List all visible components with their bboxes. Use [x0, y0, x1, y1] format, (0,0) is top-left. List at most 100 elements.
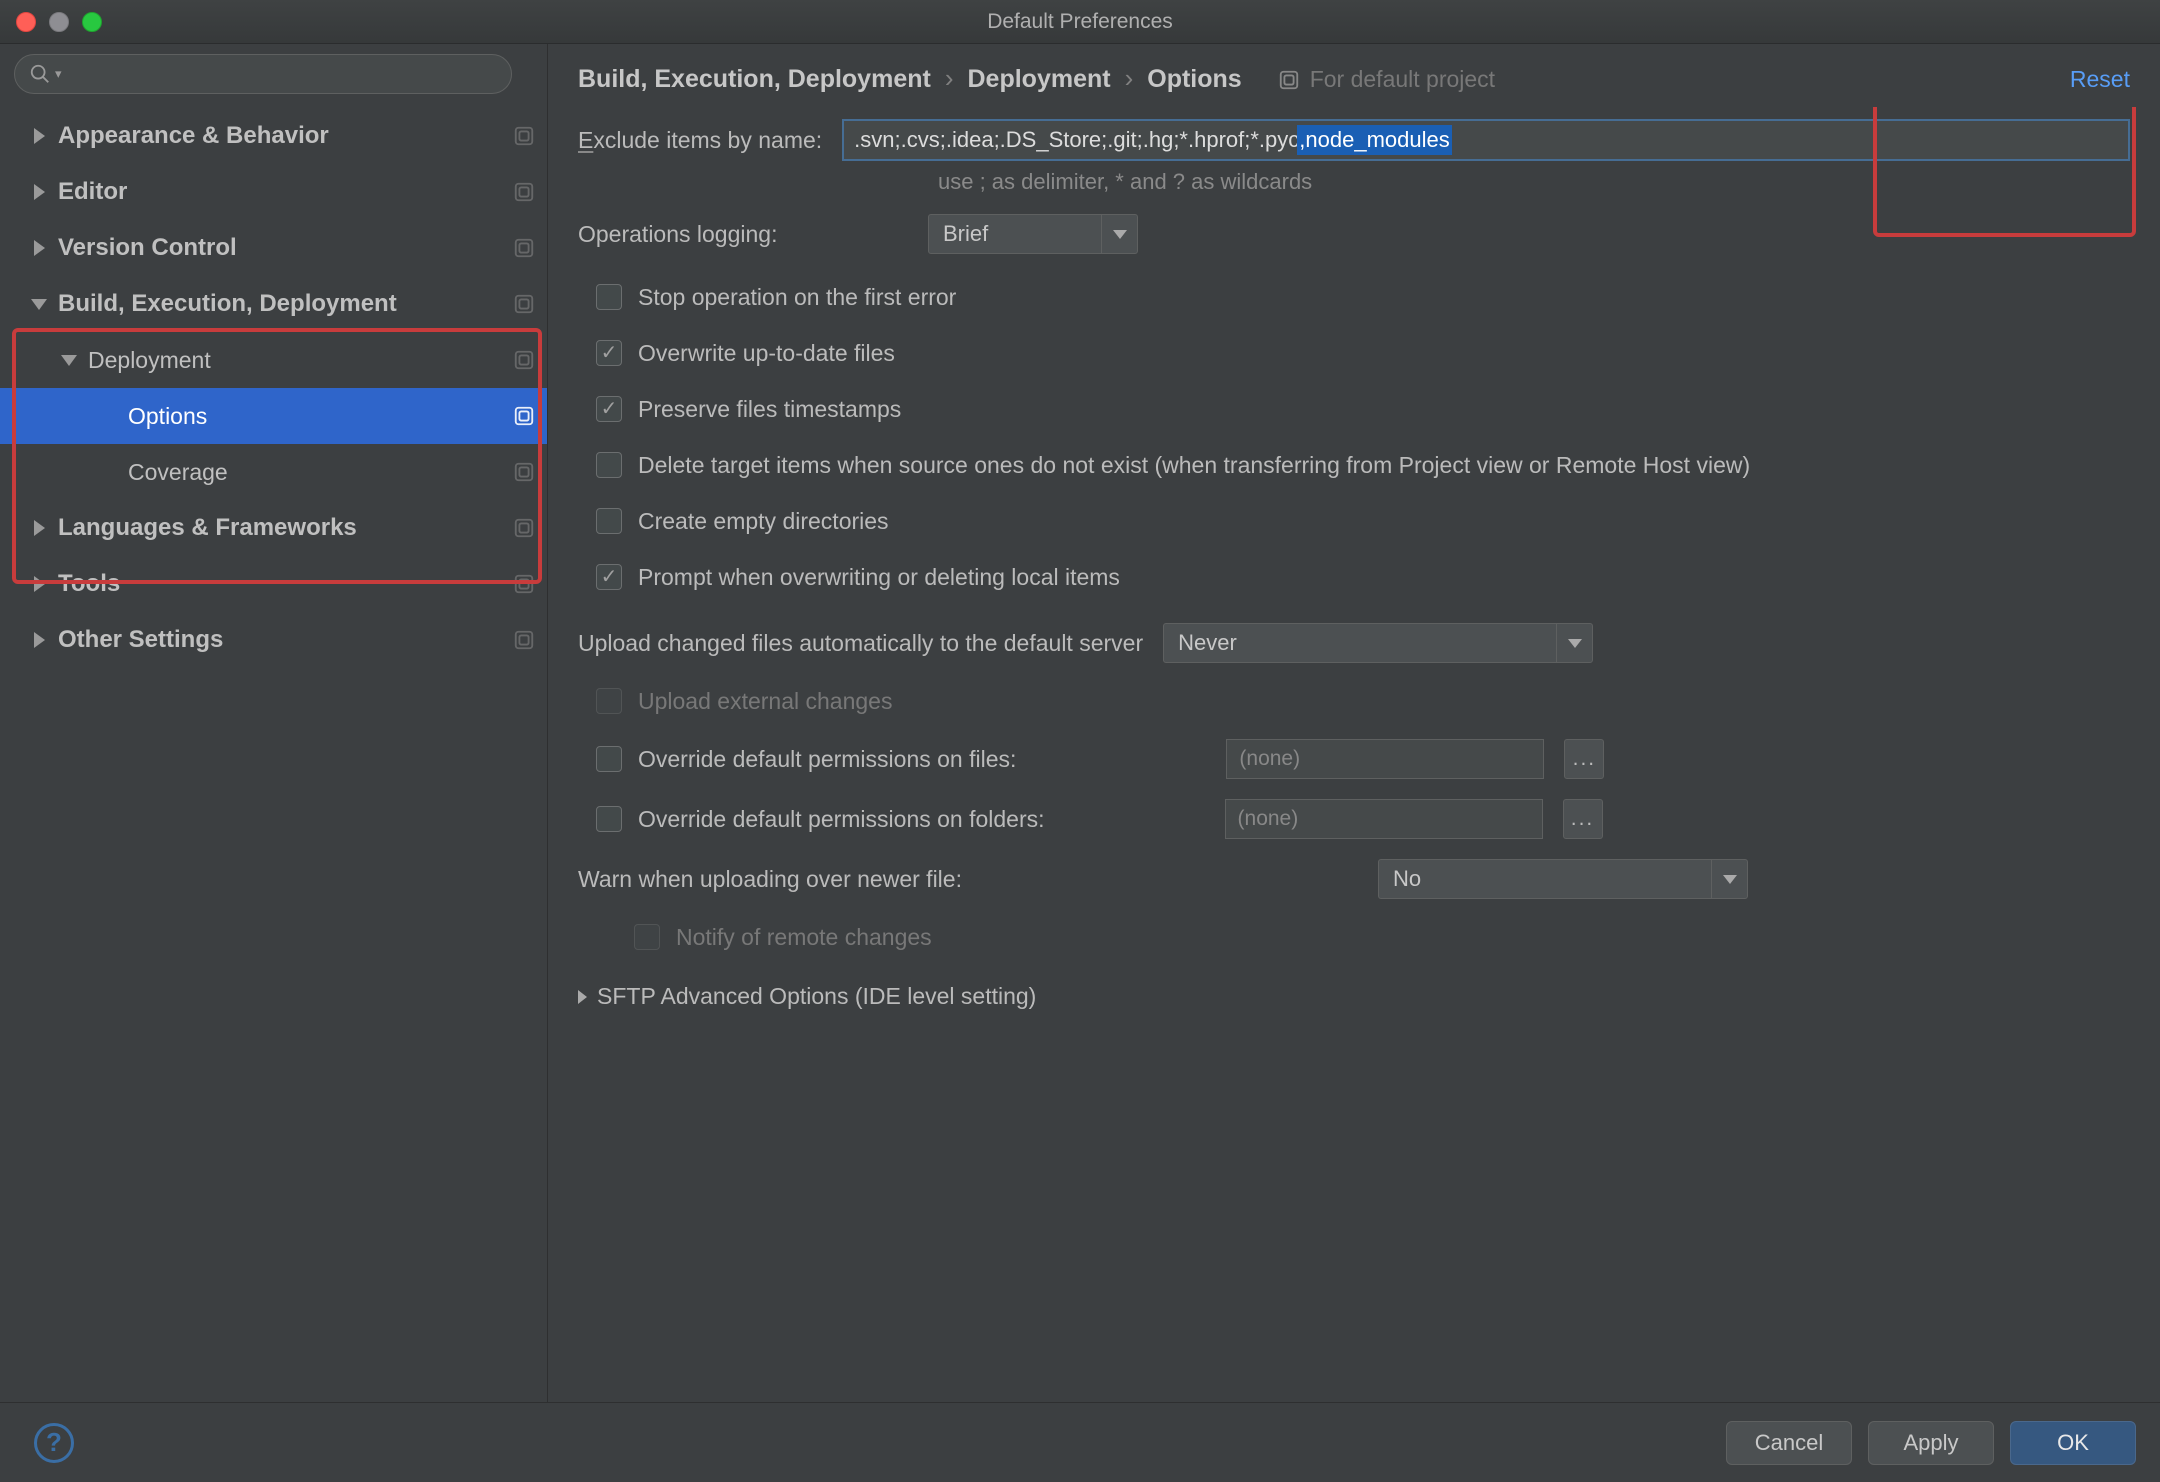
window-controls	[16, 12, 102, 32]
checkbox-label: Override default permissions on folders:	[638, 806, 1045, 833]
sidebar-item-label: Tools	[58, 570, 513, 598]
checkbox-override-perm-folders[interactable]: Override default permissions on folders:	[578, 806, 1045, 833]
exclude-items-label: Exclude items by name:	[578, 127, 822, 154]
perm-folders-input[interactable]	[1225, 799, 1543, 839]
checkbox-prompt-overwrite[interactable]: ✓ Prompt when overwriting or deleting lo…	[578, 549, 2130, 605]
perm-folders-browse-button[interactable]: ...	[1563, 799, 1603, 839]
checkbox-icon: ✓	[596, 396, 622, 422]
warn-upload-select[interactable]: No	[1378, 859, 1748, 899]
chevron-right-icon	[30, 575, 48, 593]
help-icon: ?	[46, 1427, 62, 1458]
chevron-down-icon	[1556, 624, 1592, 662]
chevron-down-icon	[60, 351, 78, 369]
checkbox-overwrite-uptodate[interactable]: ✓ Overwrite up-to-date files	[578, 325, 2130, 381]
select-value: No	[1379, 866, 1435, 892]
select-value: Never	[1164, 630, 1251, 656]
exclude-items-input[interactable]	[842, 119, 2130, 161]
checkbox-upload-external: Upload external changes	[578, 673, 2130, 729]
sidebar-item-coverage[interactable]: Coverage	[0, 444, 547, 500]
sidebar-item-label: Version Control	[58, 234, 513, 262]
close-window-icon[interactable]	[16, 12, 36, 32]
checkbox-icon	[596, 284, 622, 310]
ellipsis-icon: ...	[1571, 807, 1595, 831]
disclosure-label: SFTP Advanced Options (IDE level setting…	[597, 983, 1036, 1010]
sidebar-item-label: Deployment	[88, 347, 513, 374]
sidebar-item-label: Build, Execution, Deployment	[58, 290, 513, 318]
maximize-window-icon[interactable]	[82, 12, 102, 32]
perm-files-input[interactable]	[1226, 739, 1544, 779]
checkbox-label: Create empty directories	[638, 508, 889, 535]
button-label: Apply	[1903, 1430, 1958, 1456]
sidebar: ▾ Appearance & Behavior Editor Version C…	[0, 44, 548, 1402]
sftp-advanced-disclosure[interactable]: SFTP Advanced Options (IDE level setting…	[578, 983, 2130, 1010]
scope-icon	[513, 629, 535, 651]
help-button[interactable]: ?	[34, 1423, 74, 1463]
chevron-right-icon	[30, 127, 48, 145]
sidebar-item-version-control[interactable]: Version Control	[0, 220, 547, 276]
scope-icon	[513, 237, 535, 259]
scope-icon	[513, 517, 535, 539]
scope-icon	[1278, 69, 1300, 91]
operations-logging-label: Operations logging:	[578, 221, 908, 248]
exclude-hint: use ; as delimiter, * and ? as wildcards	[938, 169, 2130, 195]
scope-icon	[513, 293, 535, 315]
chevron-right-icon	[30, 631, 48, 649]
scope-icon	[513, 181, 535, 203]
minimize-window-icon[interactable]	[49, 12, 69, 32]
checkbox-delete-target[interactable]: Delete target items when source ones do …	[578, 437, 2130, 493]
scope-icon	[513, 125, 535, 147]
search-input[interactable]: ▾	[14, 54, 512, 94]
main-panel: Build, Execution, Deployment › Deploymen…	[548, 44, 2160, 1402]
ellipsis-icon: ...	[1573, 747, 1597, 771]
nav-tree: Appearance & Behavior Editor Version Con…	[0, 102, 547, 1402]
checkbox-label: Upload external changes	[638, 688, 892, 715]
sidebar-item-deployment[interactable]: Deployment	[0, 332, 547, 388]
checkbox-label: Stop operation on the first error	[638, 284, 956, 311]
sidebar-item-options[interactable]: Options	[0, 388, 547, 444]
upload-auto-select[interactable]: Never	[1163, 623, 1593, 663]
checkbox-label: Preserve files timestamps	[638, 396, 901, 423]
breadcrumb[interactable]: Deployment	[968, 65, 1111, 94]
scope-icon	[513, 461, 535, 483]
checkbox-override-perm-files[interactable]: Override default permissions on files:	[578, 746, 1016, 773]
search-dropdown-arrow-icon: ▾	[55, 66, 62, 82]
cancel-button[interactable]: Cancel	[1726, 1421, 1852, 1465]
checkbox-create-empty-dirs[interactable]: Create empty directories	[578, 493, 2130, 549]
sidebar-item-build-execution-deployment[interactable]: Build, Execution, Deployment	[0, 276, 547, 332]
operations-logging-select[interactable]: Brief	[928, 214, 1138, 254]
scope-icon	[513, 573, 535, 595]
for-default-text: For default project	[1310, 66, 1495, 93]
breadcrumb[interactable]: Build, Execution, Deployment	[578, 65, 931, 94]
window-title: Default Preferences	[0, 10, 2160, 34]
ok-button[interactable]: OK	[2010, 1421, 2136, 1465]
reset-link[interactable]: Reset	[2070, 66, 2130, 93]
checkbox-preserve-timestamps[interactable]: ✓ Preserve files timestamps	[578, 381, 2130, 437]
checkbox-icon: ✓	[596, 564, 622, 590]
button-label: OK	[2057, 1430, 2089, 1456]
sidebar-item-editor[interactable]: Editor	[0, 164, 547, 220]
for-default-project-label: For default project	[1278, 66, 1495, 93]
settings-form: Exclude items by name: ,node_modules use…	[548, 107, 2160, 1402]
sidebar-item-tools[interactable]: Tools	[0, 556, 547, 612]
chevron-right-icon	[578, 990, 587, 1004]
chevron-down-icon	[1101, 215, 1137, 253]
sidebar-item-label: Options	[128, 403, 513, 430]
scope-icon	[513, 405, 535, 427]
chevron-right-icon	[30, 239, 48, 257]
sidebar-item-other-settings[interactable]: Other Settings	[0, 612, 547, 668]
chevron-right-icon	[30, 519, 48, 537]
apply-button[interactable]: Apply	[1868, 1421, 1994, 1465]
chevron-right-icon	[30, 183, 48, 201]
sidebar-item-label: Appearance & Behavior	[58, 122, 513, 150]
perm-files-browse-button[interactable]: ...	[1564, 739, 1604, 779]
checkbox-stop-on-error[interactable]: Stop operation on the first error	[578, 269, 2130, 325]
select-value: Brief	[929, 221, 1002, 247]
checkbox-icon	[596, 508, 622, 534]
checkbox-label: Prompt when overwriting or deleting loca…	[638, 564, 1120, 591]
sidebar-item-appearance[interactable]: Appearance & Behavior	[0, 108, 547, 164]
dialog-footer: ? Cancel Apply OK	[0, 1402, 2160, 1482]
sidebar-item-languages-frameworks[interactable]: Languages & Frameworks	[0, 500, 547, 556]
breadcrumb-separator-icon: ›	[945, 63, 954, 94]
titlebar: Default Preferences	[0, 0, 2160, 44]
sidebar-item-label: Coverage	[128, 459, 513, 486]
